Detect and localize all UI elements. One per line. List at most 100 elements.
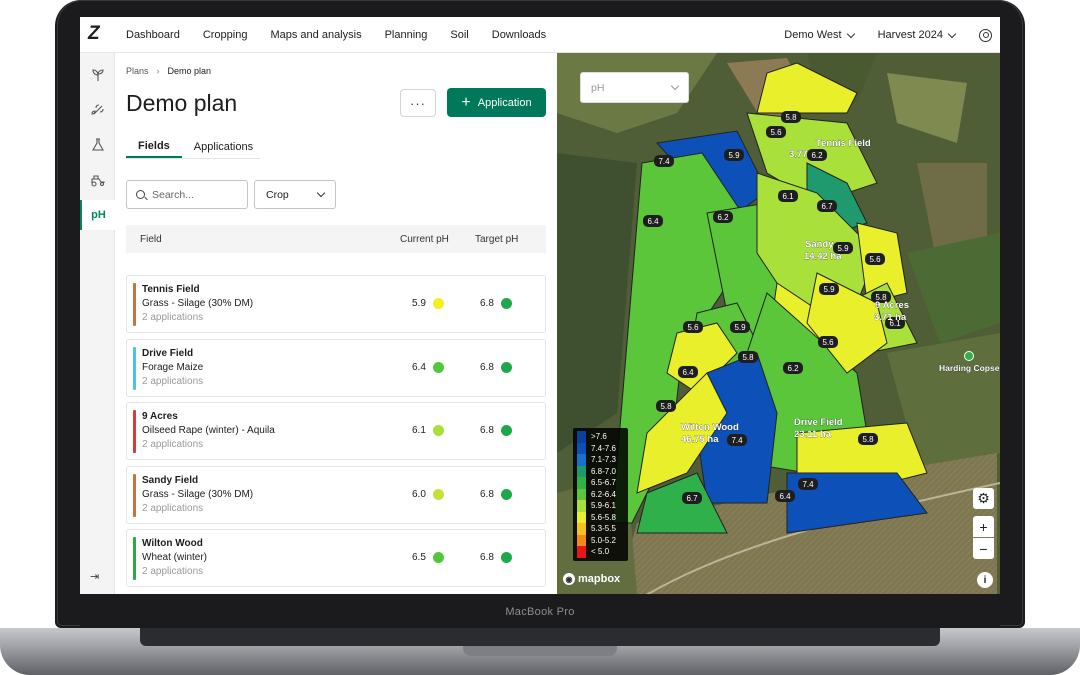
top-navigation-bar: Z Dashboard Cropping Maps and analysis P… [80, 17, 1000, 53]
tab-applications[interactable]: Applications [182, 136, 265, 158]
nav-cropping[interactable]: Cropping [203, 29, 248, 41]
target-ph-cell: 6.8 [480, 425, 512, 436]
map-field-name-sandy[interactable]: Sandy [805, 239, 835, 250]
target-ph-cell: 6.8 [480, 298, 512, 309]
ph-value-badge: 5.6 [865, 253, 885, 265]
legend-label: 5.6-5.8 [591, 512, 616, 522]
map-field-name-drive[interactable]: Drive Field [794, 417, 843, 428]
svg-text:6.4: 6.4 [779, 492, 791, 501]
table-row[interactable]: Wilton Wood Wheat (winter) 2 applications 6… [126, 529, 546, 587]
current-ph-status-dot [432, 489, 444, 500]
field-crop: Oilseed Rape (winter) - Aquila [142, 425, 275, 436]
ph-value-badge: 5.8 [738, 351, 758, 363]
zoom-in-button[interactable]: + [973, 516, 994, 537]
legend-item: 6.2-6.4 [577, 488, 624, 500]
current-ph-value: 6.1 [412, 425, 426, 436]
svg-text:7.4: 7.4 [658, 157, 670, 166]
farm-selector-label: Demo West [784, 29, 842, 41]
column-header-field[interactable]: Field [140, 234, 162, 245]
target-ph-value: 6.8 [480, 425, 494, 436]
crop-filter-label: Crop [266, 188, 289, 201]
nav-maps-and-analysis[interactable]: Maps and analysis [270, 29, 361, 41]
crop-filter-dropdown[interactable]: Crop [254, 180, 336, 209]
legend-item: 5.0-5.2 [577, 534, 624, 546]
laptop-notch [463, 646, 617, 656]
field-name[interactable]: Sandy Field [142, 475, 198, 486]
svg-text:5.9: 5.9 [728, 151, 740, 160]
ph-value-badge: 6.2 [807, 149, 827, 161]
sidebar-item-livestock[interactable] [80, 165, 115, 195]
sidebar-item-ph[interactable]: pH [80, 200, 115, 230]
field-name[interactable]: Wilton Wood [142, 538, 203, 549]
map-field-name-tennis[interactable]: Tennis Field [816, 138, 871, 149]
map-settings-button[interactable]: ⚙ [973, 488, 994, 509]
table-row[interactable]: Tennis Field Grass - Silage (30% DM) 2 app… [126, 275, 546, 333]
tab-fields[interactable]: Fields [126, 136, 182, 158]
svg-text:5.8: 5.8 [742, 353, 754, 362]
map-field-name-wilton[interactable]: Wilton Wood [681, 422, 739, 433]
add-application-button[interactable]: + Application [447, 88, 546, 117]
legend-label: >7.6 [591, 432, 607, 442]
svg-text:5.6: 5.6 [869, 255, 881, 264]
current-ph-cell: 6.5 [412, 552, 444, 563]
app-logo[interactable]: Z [88, 24, 106, 43]
legend-swatch [577, 442, 586, 454]
legend-label: 6.2-6.4 [591, 489, 616, 499]
map-field-area-sandy: 14.42 ha [804, 251, 842, 262]
target-ph-status-dot [500, 362, 512, 373]
field-applications-count: 2 applications [142, 566, 204, 577]
table-row[interactable]: Drive Field Forage Maize 2 applications 6.4… [126, 339, 546, 397]
sidebar-item-analysis[interactable] [80, 95, 115, 125]
svg-text:6.2: 6.2 [811, 151, 823, 160]
map-field-area-9-acres: 3.71 ha [874, 312, 907, 323]
nav-dashboard[interactable]: Dashboard [126, 29, 180, 41]
sidebar-item-flask[interactable] [80, 130, 115, 160]
svg-text:5.6: 5.6 [822, 338, 834, 347]
plus-icon: + [461, 93, 471, 111]
tabs-divider [126, 158, 260, 159]
more-options-button[interactable]: ··· [400, 89, 436, 117]
field-name[interactable]: 9 Acres [142, 411, 178, 422]
info-icon[interactable]: i [977, 572, 993, 588]
ph-value-badge: 6.1 [778, 190, 798, 202]
nav-planning[interactable]: Planning [385, 29, 428, 41]
chevron-down-icon [316, 188, 326, 198]
field-crop: Wheat (winter) [142, 552, 208, 563]
current-ph-status-dot [432, 362, 444, 373]
field-name[interactable]: Drive Field [142, 348, 193, 359]
mapbox-attribution[interactable]: ◉ mapbox [563, 573, 620, 585]
legend-swatch [577, 488, 586, 500]
legend-label: 7.1-7.3 [591, 455, 616, 465]
ph-map[interactable]: 7.4 5.9 5.8 5.6 6.2 6.4 6.2 6.1 6.7 5.9 … [557, 53, 1000, 594]
place-label: Harding Copse [939, 363, 1000, 373]
ph-value-badge: 5.6 [818, 336, 838, 348]
table-row[interactable]: 9 Acres Oilseed Rape (winter) - Aquila 2 a… [126, 402, 546, 460]
mapbox-logo-icon: ◉ [563, 573, 575, 585]
nav-downloads[interactable]: Downloads [492, 29, 546, 41]
legend-swatch [577, 511, 586, 523]
table-row[interactable]: Sandy Field Grass - Silage (30% DM) 2 appl… [126, 466, 546, 524]
target-ph-status-dot [500, 298, 512, 309]
collapse-sidebar-icon[interactable]: ⇥ [90, 570, 99, 583]
harvest-selector[interactable]: Harvest 2024 [878, 29, 957, 41]
nav-soil[interactable]: Soil [450, 29, 468, 41]
search-input[interactable]: Search... [126, 180, 248, 209]
map-field-name-9-acres[interactable]: 9 Acres [875, 300, 909, 311]
farm-selector[interactable]: Demo West [784, 29, 855, 41]
map-layer-select[interactable]: pH [580, 72, 689, 103]
sidebar-item-cropping[interactable] [80, 60, 115, 90]
legend-swatch [577, 546, 586, 558]
user-account-icon[interactable] [979, 28, 992, 42]
map-field-area-wilton: 46.75 ha [681, 434, 719, 445]
chevron-right-icon: › [156, 66, 160, 76]
zoom-out-button[interactable]: − [973, 538, 994, 559]
crop-color-bar [133, 474, 136, 517]
target-ph-cell: 6.8 [480, 552, 512, 563]
column-header-target-ph[interactable]: Target pH [475, 234, 518, 245]
breadcrumb-plans-link[interactable]: Plans [126, 66, 149, 76]
column-header-current-ph[interactable]: Current pH [400, 234, 449, 245]
field-applications-count: 2 applications [142, 503, 204, 514]
sidebar-item-ph-label: pH [91, 209, 106, 221]
field-applications-count: 2 applications [142, 376, 204, 387]
field-name[interactable]: Tennis Field [142, 284, 200, 295]
